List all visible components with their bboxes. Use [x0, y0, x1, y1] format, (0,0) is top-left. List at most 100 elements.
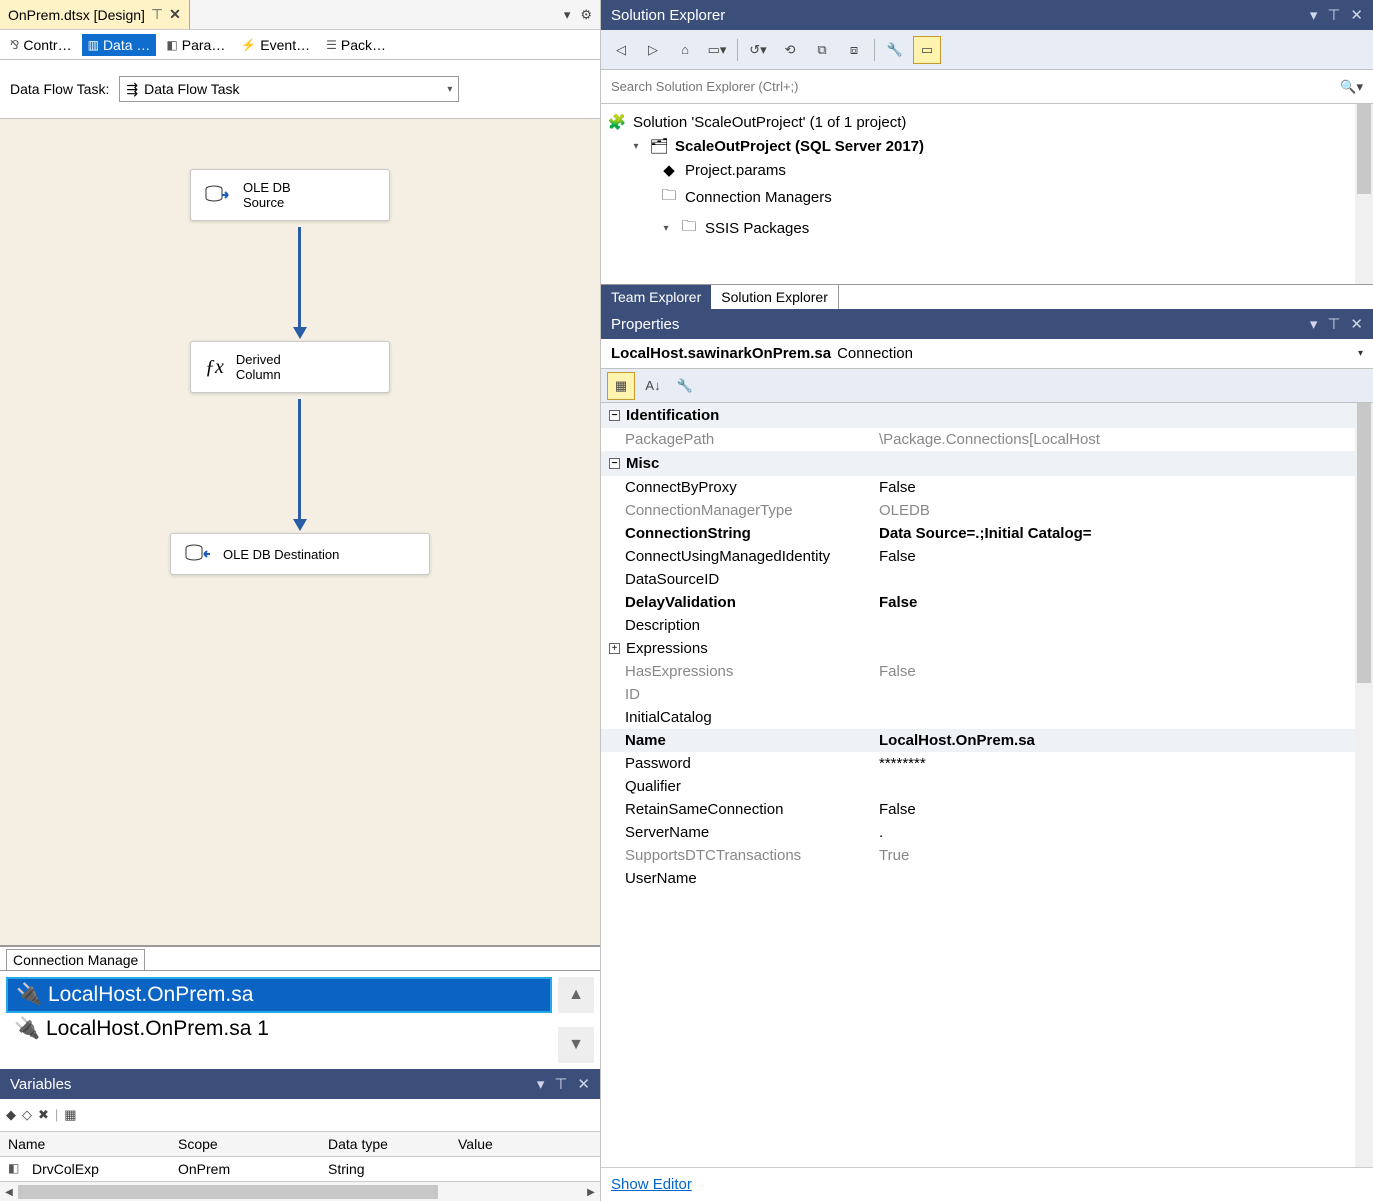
variables-hscroll[interactable]: ◀ ▶: [0, 1181, 600, 1201]
delete-variable-icon[interactable]: ✖: [38, 1107, 49, 1123]
node-derived-column[interactable]: ƒx Derived Column: [190, 341, 390, 393]
properties-vscroll[interactable]: [1355, 403, 1373, 1167]
pin-icon[interactable]: ⊤: [1327, 6, 1340, 24]
tab-parameters[interactable]: ◧Para…: [160, 34, 231, 56]
preview-button[interactable]: ▭: [913, 36, 941, 64]
tree-ssis-packages[interactable]: ▾ 🗀 SSIS Packages: [605, 213, 1369, 244]
prop-retainsameconnection[interactable]: RetainSameConnectionFalse: [601, 798, 1373, 821]
switch-views-button[interactable]: ▭▾: [703, 36, 731, 64]
show-editor-link[interactable]: Show Editor: [601, 1167, 1373, 1201]
collapse-box-icon[interactable]: −: [609, 410, 620, 421]
connector-2[interactable]: [298, 399, 301, 519]
home-button[interactable]: ⌂: [671, 36, 699, 64]
expand-box-icon[interactable]: +: [609, 643, 620, 654]
prop-connectionmanagertype[interactable]: ConnectionManagerTypeOLEDB: [601, 499, 1373, 522]
connection-item-1[interactable]: 🔌 LocalHost.OnPrem.sa 1: [6, 1013, 552, 1045]
close-icon[interactable]: ✕: [1350, 315, 1363, 333]
solution-explorer-search[interactable]: Search Solution Explorer (Ctrl+;) 🔍▾: [601, 70, 1373, 104]
tab-data-flow[interactable]: ▥Data …: [82, 34, 157, 56]
prop-datasourceid[interactable]: DataSourceID: [601, 568, 1373, 591]
tab-control-flow[interactable]: ⅋Contr…: [4, 34, 78, 56]
var-name: DrvColExp: [24, 1157, 170, 1181]
close-icon[interactable]: ✕: [1350, 6, 1363, 24]
dropdown-icon[interactable]: ▾: [564, 7, 571, 23]
col-value[interactable]: Value: [450, 1132, 600, 1156]
tree-params[interactable]: ◆ Project.params: [605, 158, 1369, 182]
gear-icon[interactable]: ⚙: [580, 7, 592, 23]
tab-team-explorer[interactable]: Team Explorer: [601, 285, 711, 309]
cat-identification[interactable]: −Identification: [601, 403, 1373, 428]
pin-icon[interactable]: ⊤: [554, 1075, 567, 1093]
scroll-thumb[interactable]: [18, 1185, 438, 1199]
tab-package-explorer[interactable]: ☰Pack…: [320, 34, 392, 56]
design-canvas[interactable]: OLE DB Source ƒx Derived Column OLE DB D…: [0, 119, 600, 946]
node-label: Derived Column: [236, 352, 281, 382]
collapse-all-button[interactable]: ⧉: [808, 36, 836, 64]
flow-task-dropdown[interactable]: ⇶ Data Flow Task ▾: [119, 76, 459, 102]
pending-changes-button[interactable]: ↺▾: [744, 36, 772, 64]
pin-icon[interactable]: ⊤: [1327, 315, 1340, 333]
sync-button[interactable]: ⟲: [776, 36, 804, 64]
collapse-box-icon[interactable]: −: [609, 458, 620, 469]
prop-packagepath[interactable]: PackagePath\Package.Connections[LocalHos…: [601, 428, 1373, 451]
scroll-thumb[interactable]: [1357, 104, 1371, 194]
alphabetical-button[interactable]: A↓: [639, 372, 667, 400]
cat-misc[interactable]: −Misc: [601, 451, 1373, 476]
tab-solution-explorer[interactable]: Solution Explorer: [711, 285, 839, 309]
scroll-left-icon[interactable]: ◀: [0, 1182, 18, 1202]
prop-connectionstring[interactable]: ConnectionStringData Source=.;Initial Ca…: [601, 522, 1373, 545]
property-pages-button[interactable]: 🔧: [671, 372, 699, 400]
prop-initialcatalog[interactable]: InitialCatalog: [601, 706, 1373, 729]
pin-icon[interactable]: ⊤: [151, 6, 163, 23]
dropdown-icon[interactable]: ▾: [537, 1075, 545, 1093]
move-variable-icon[interactable]: ◇: [22, 1107, 32, 1123]
tree-vscroll[interactable]: [1355, 104, 1373, 284]
scroll-right-icon[interactable]: ▶: [582, 1182, 600, 1202]
prop-description[interactable]: Description: [601, 614, 1373, 637]
close-icon[interactable]: ✕: [169, 6, 181, 23]
back-button[interactable]: ◁: [607, 36, 635, 64]
tree-project[interactable]: ▾ 🗂 ScaleOutProject (SQL Server 2017): [605, 134, 1369, 158]
connector-1[interactable]: [298, 227, 301, 327]
close-icon[interactable]: ✕: [577, 1075, 590, 1093]
node-oledb-source[interactable]: OLE DB Source: [190, 169, 390, 221]
collapse-icon[interactable]: ▾: [659, 223, 673, 234]
prop-id[interactable]: ID: [601, 683, 1373, 706]
dropdown-icon[interactable]: ▾: [1310, 315, 1318, 333]
tab-event-handlers[interactable]: ⚡Event…: [235, 34, 316, 56]
connection-managers-tab[interactable]: Connection Manage: [6, 949, 145, 970]
col-type[interactable]: Data type: [320, 1132, 450, 1156]
search-icon[interactable]: 🔍▾: [1340, 79, 1363, 95]
prop-expressions[interactable]: +Expressions: [601, 637, 1373, 660]
node-oledb-destination[interactable]: OLE DB Destination: [170, 533, 430, 575]
prop-password[interactable]: Password********: [601, 752, 1373, 775]
prop-hasexpressions[interactable]: HasExpressionsFalse: [601, 660, 1373, 683]
add-variable-icon[interactable]: ◆: [6, 1107, 16, 1123]
prop-username[interactable]: UserName: [601, 867, 1373, 890]
prop-name[interactable]: NameLocalHost.OnPrem.sa: [601, 729, 1373, 752]
collapse-icon[interactable]: ▾: [629, 141, 643, 152]
col-scope[interactable]: Scope: [170, 1132, 320, 1156]
move-down-button[interactable]: ▼: [558, 1027, 594, 1063]
prop-qualifier[interactable]: Qualifier: [601, 775, 1373, 798]
tree-conn-managers[interactable]: 🗀 Connection Managers: [605, 182, 1369, 213]
dropdown-icon[interactable]: ▾: [1310, 6, 1318, 24]
grid-options-icon[interactable]: ▦: [64, 1107, 76, 1123]
connection-item-0[interactable]: 🔌 LocalHost.OnPrem.sa: [6, 977, 552, 1013]
properties-subject[interactable]: LocalHost.sawinarkOnPrem.sa Connection ▾: [601, 339, 1373, 369]
document-tab-onprem[interactable]: OnPrem.dtsx [Design] ⊤ ✕: [0, 0, 190, 29]
tree-solution[interactable]: 🧩 Solution 'ScaleOutProject' (1 of 1 pro…: [605, 110, 1369, 134]
variables-row-0[interactable]: ◧ DrvColExp OnPrem String: [0, 1157, 600, 1181]
prop-connectbyproxy[interactable]: ConnectByProxyFalse: [601, 476, 1373, 499]
col-name[interactable]: Name: [0, 1132, 170, 1156]
prop-connectusingmanagedidentity[interactable]: ConnectUsingManagedIdentityFalse: [601, 545, 1373, 568]
prop-servername[interactable]: ServerName.: [601, 821, 1373, 844]
prop-delayvalidation[interactable]: DelayValidationFalse: [601, 591, 1373, 614]
forward-button[interactable]: ▷: [639, 36, 667, 64]
prop-supportsdtctransactions[interactable]: SupportsDTCTransactionsTrue: [601, 844, 1373, 867]
properties-button[interactable]: 🔧: [881, 36, 909, 64]
scroll-thumb[interactable]: [1357, 403, 1371, 683]
show-all-button[interactable]: ⧈: [840, 36, 868, 64]
move-up-button[interactable]: ▲: [558, 977, 594, 1013]
categorized-button[interactable]: ▦: [607, 372, 635, 400]
